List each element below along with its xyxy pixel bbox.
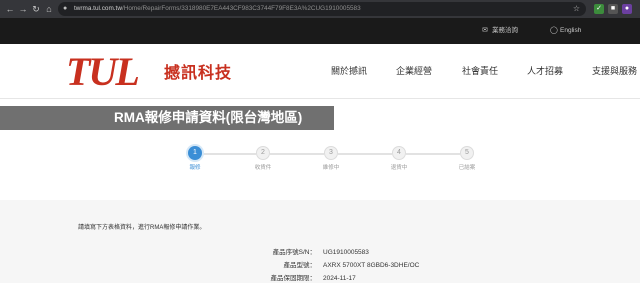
contact-label: 業務洽詢 [492, 27, 518, 34]
browser-toolbar: ← → ↻ ⌂ ● twrma.tul.com.tw/Home/RepairFo… [0, 0, 640, 18]
step-1-label: 報修 [189, 165, 201, 171]
language-label: English [560, 27, 582, 34]
address-bar[interactable]: ● twrma.tul.com.tw/Home/RepairForms/3318… [58, 2, 586, 16]
step-5-circle: 5 [460, 146, 474, 160]
logo-mark[interactable]: TUL [66, 52, 140, 92]
step-5-label: 已結案 [458, 165, 476, 171]
utility-bar: ✉ 業務洽詢 ◯ English [0, 18, 640, 44]
step-4-label: 退貨中 [390, 165, 408, 171]
step-1-circle: 1 [188, 146, 202, 160]
reload-icon[interactable]: ↻ [30, 3, 42, 15]
mail-icon: ✉ [482, 27, 488, 34]
step-3-circle: 3 [324, 146, 338, 160]
globe-icon: ◯ [550, 27, 558, 34]
serial-number-value: UG1910005583 [323, 249, 369, 256]
step-connector [270, 153, 324, 155]
nav-item-careers[interactable]: 人才招募 [527, 64, 563, 78]
extension-shield-icon[interactable]: ✓ [594, 4, 604, 14]
logo-text[interactable]: 撼訊科技 [164, 64, 232, 84]
nav-item-business[interactable]: 企業經營 [396, 64, 432, 78]
step-2-circle: 2 [256, 146, 270, 160]
site-header: TUL 撼訊科技 關於撼訊 企業經營 社會責任 人才招募 支援與服務 [0, 44, 640, 99]
model-value: AXRX 5700XT 8GBD6-3DHE/OC [323, 262, 420, 269]
step-3-label: 維修中 [322, 165, 340, 171]
nav-item-csr[interactable]: 社會責任 [462, 64, 498, 78]
step-connector [338, 153, 392, 155]
profile-avatar-icon[interactable]: ● [622, 4, 632, 14]
forward-icon[interactable]: → [17, 3, 29, 15]
url-host: twrma.tul.com.tw [74, 5, 122, 12]
url-text: twrma.tul.com.tw/Home/RepairForms/331898… [74, 4, 361, 14]
nav-item-support[interactable]: 支援與服務 [592, 64, 637, 78]
nav-item-about[interactable]: 關於撼訊 [331, 64, 367, 78]
serial-number-label: 產品序號S/N： [272, 249, 316, 256]
model-label: 產品型號： [283, 262, 317, 269]
site-info-icon[interactable]: ● [63, 5, 71, 13]
language-link[interactable]: ◯ English [550, 26, 581, 36]
back-icon[interactable]: ← [4, 3, 16, 15]
home-icon[interactable]: ⌂ [43, 3, 55, 15]
url-path: /Home/RepairForms/3318980E7EA443CF983C37… [121, 5, 361, 12]
contact-link[interactable]: ✉ 業務洽詢 [482, 26, 518, 36]
bookmark-star-icon[interactable]: ☆ [573, 4, 580, 14]
step-connector [202, 153, 256, 155]
step-connector [406, 153, 460, 155]
step-2-label: 收貨件 [254, 165, 272, 171]
extension-icon[interactable]: ■ [608, 4, 618, 14]
step-4-circle: 4 [392, 146, 406, 160]
form-instruction: 請填寫下方表格資料，進行RMA報修申請作業。 [78, 225, 206, 231]
form-panel [0, 200, 640, 283]
page-title: RMA報修申請資料(限台灣地區) [114, 110, 303, 125]
